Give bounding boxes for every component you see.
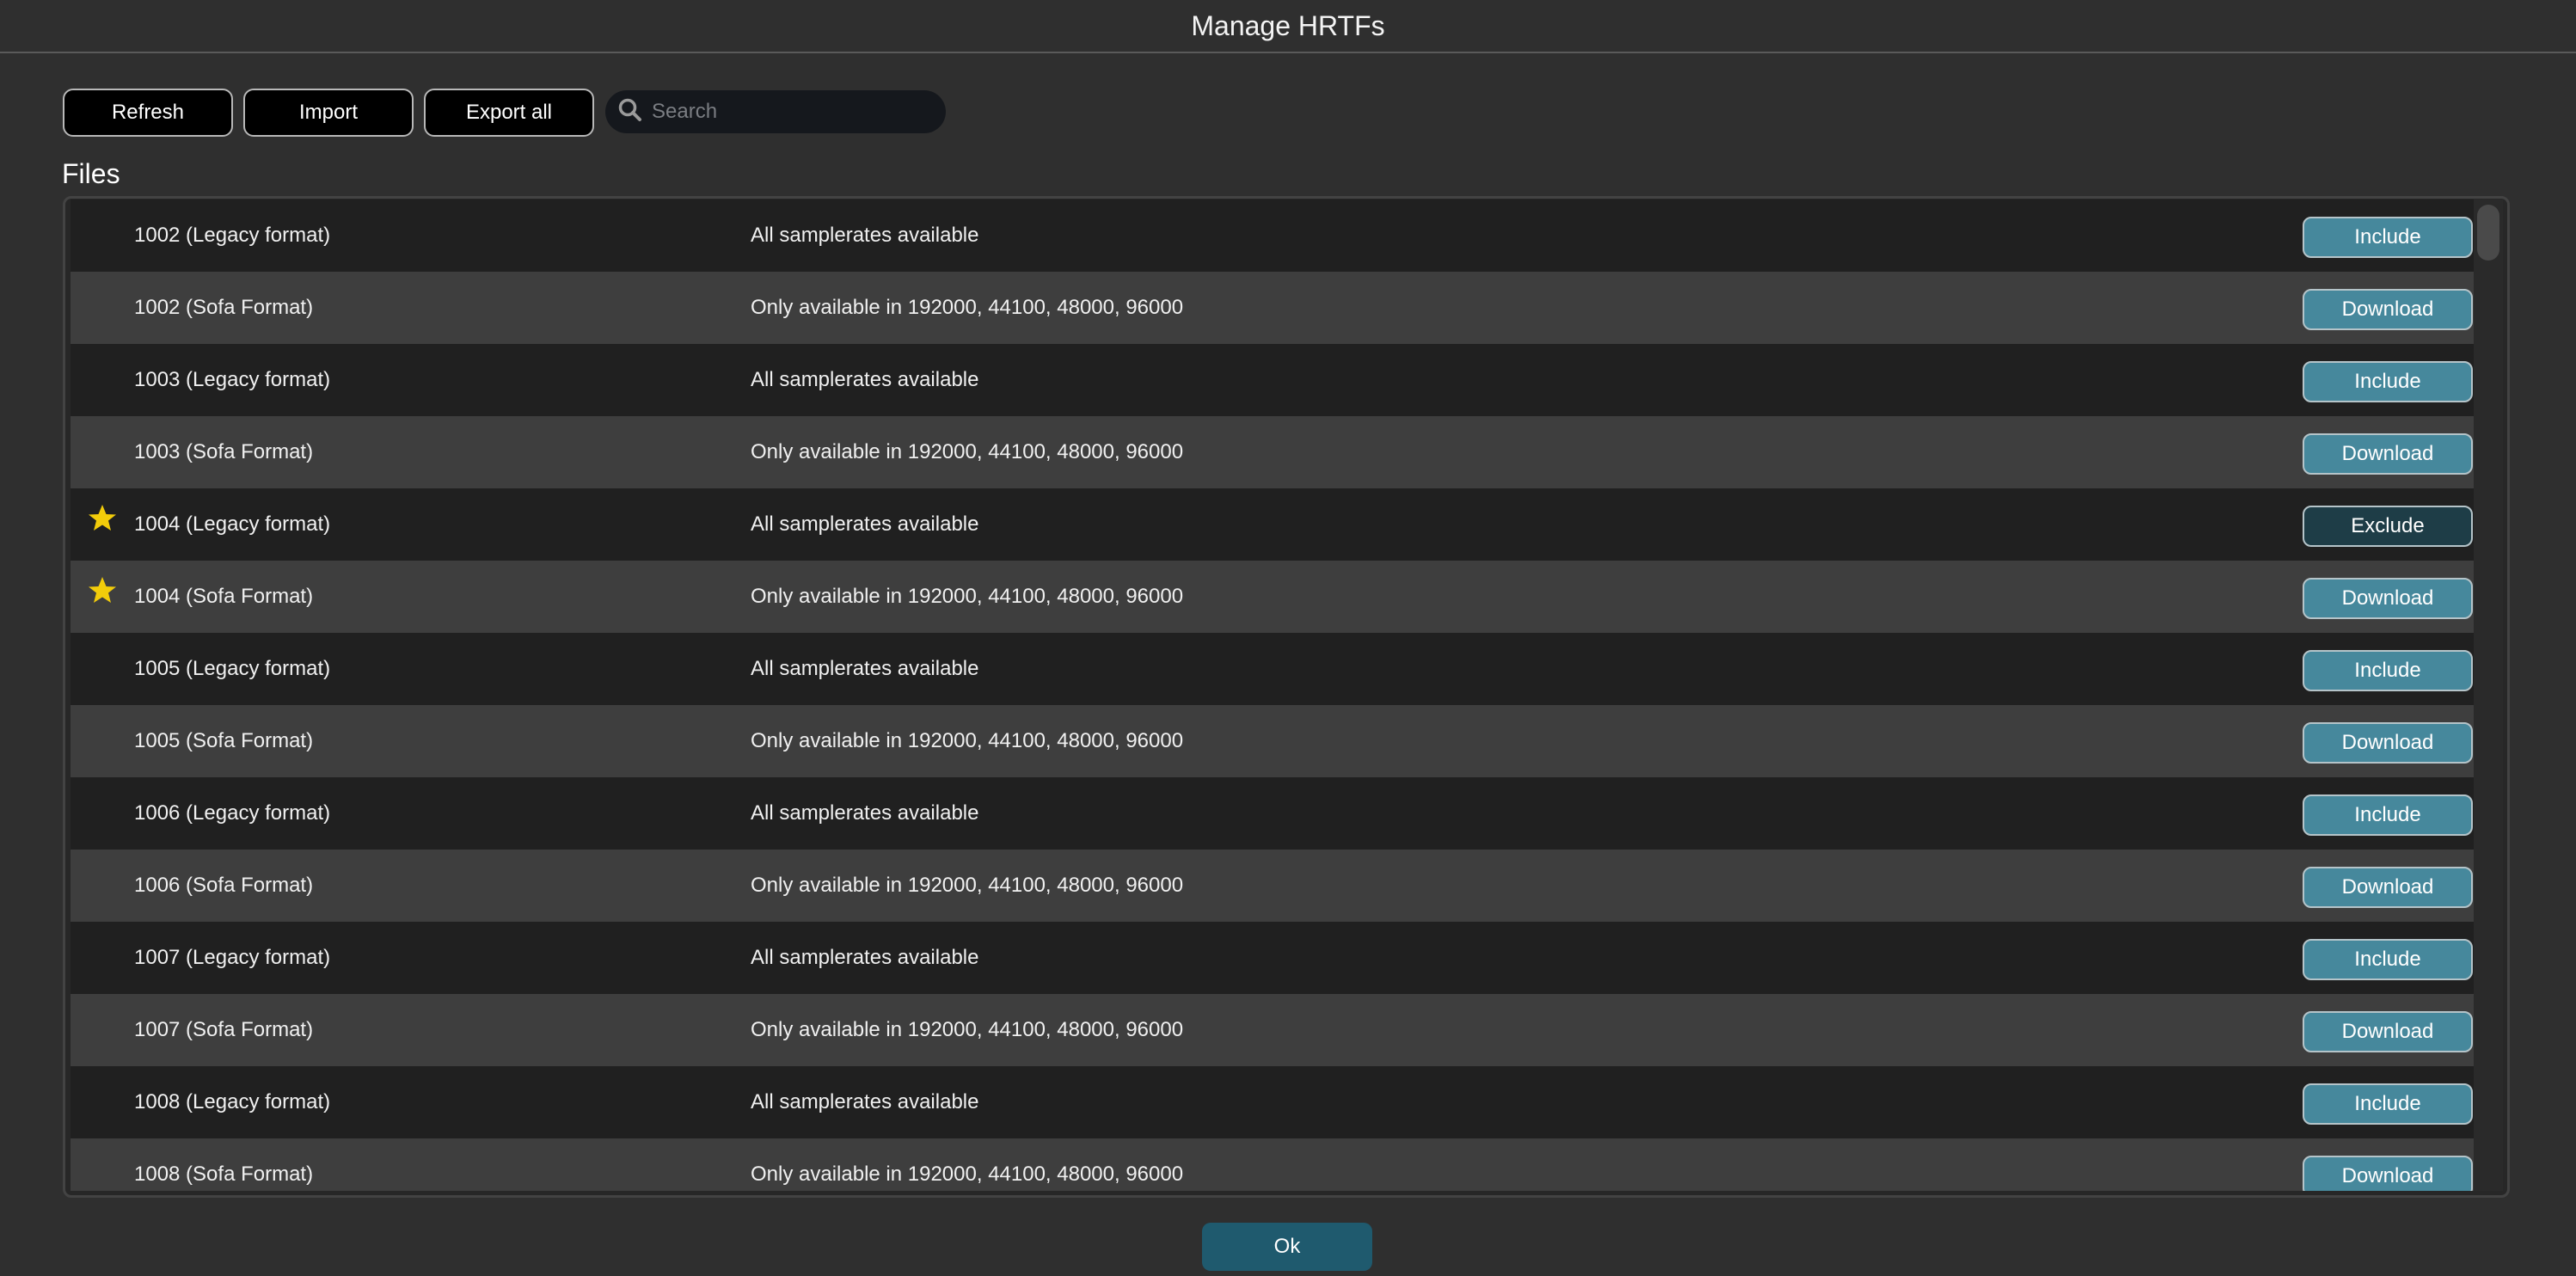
file-name: 1005 (Sofa Format): [134, 729, 314, 752]
include-button[interactable]: Include: [2303, 794, 2473, 836]
file-availability: All samplerates available: [751, 1090, 979, 1113]
download-button[interactable]: Download: [2303, 722, 2473, 764]
include-button[interactable]: Include: [2303, 217, 2473, 258]
file-name: 1007 (Legacy format): [134, 946, 331, 969]
title-separator: [0, 52, 2576, 53]
file-row: 1006 (Legacy format) All samplerates ava…: [71, 777, 2474, 850]
include-button[interactable]: Include: [2303, 939, 2473, 980]
file-row: 1008 (Legacy format) All samplerates ava…: [71, 1066, 2474, 1138]
download-button[interactable]: Download: [2303, 1156, 2473, 1191]
exclude-button[interactable]: Exclude: [2303, 506, 2473, 547]
file-row: 1008 (Sofa Format) Only available in 192…: [71, 1138, 2474, 1191]
files-heading: Files: [62, 158, 120, 189]
files-scrollbar[interactable]: [2474, 199, 2503, 1191]
file-row: 1004 (Legacy format) All samplerates ava…: [71, 488, 2474, 561]
dialog-title: Manage HRTFs: [1191, 10, 1385, 41]
file-availability: Only available in 192000, 44100, 48000, …: [751, 440, 1184, 463]
file-availability: Only available in 192000, 44100, 48000, …: [751, 1018, 1184, 1041]
file-row: 1003 (Sofa Format) Only available in 192…: [71, 416, 2474, 488]
star-icon[interactable]: [88, 576, 117, 605]
file-name: 1005 (Legacy format): [134, 657, 331, 680]
file-row: 1006 (Sofa Format) Only available in 192…: [71, 850, 2474, 922]
file-availability: All samplerates available: [751, 801, 979, 825]
ok-button[interactable]: Ok: [1202, 1223, 1372, 1271]
download-button[interactable]: Download: [2303, 1011, 2473, 1052]
file-row: 1007 (Legacy format) All samplerates ava…: [71, 922, 2474, 994]
star-icon[interactable]: [88, 504, 117, 533]
file-name: 1006 (Legacy format): [134, 801, 331, 825]
file-name: 1004 (Sofa Format): [134, 585, 314, 608]
file-name: 1007 (Sofa Format): [134, 1018, 314, 1041]
file-name: 1008 (Sofa Format): [134, 1163, 314, 1186]
scrollbar-thumb[interactable]: [2477, 205, 2499, 261]
refresh-button[interactable]: Refresh: [63, 89, 233, 137]
file-name: 1003 (Legacy format): [134, 368, 331, 391]
file-name: 1002 (Legacy format): [134, 224, 331, 247]
file-name: 1004 (Legacy format): [134, 512, 331, 536]
include-button[interactable]: Include: [2303, 361, 2473, 402]
search-icon: [617, 97, 643, 127]
download-button[interactable]: Download: [2303, 578, 2473, 619]
file-row: 1002 (Sofa Format) Only available in 192…: [71, 272, 2474, 344]
file-name: 1003 (Sofa Format): [134, 440, 314, 463]
include-button[interactable]: Include: [2303, 650, 2473, 691]
file-availability: Only available in 192000, 44100, 48000, …: [751, 729, 1184, 752]
files-list-viewport[interactable]: 1002 (Legacy format) All samplerates ava…: [71, 199, 2474, 1191]
file-row: 1003 (Legacy format) All samplerates ava…: [71, 344, 2474, 416]
file-availability: All samplerates available: [751, 512, 979, 536]
file-name: 1006 (Sofa Format): [134, 874, 314, 897]
file-availability: All samplerates available: [751, 368, 979, 391]
export-all-button[interactable]: Export all: [424, 89, 594, 137]
download-button[interactable]: Download: [2303, 433, 2473, 475]
file-row: 1005 (Sofa Format) Only available in 192…: [71, 705, 2474, 777]
import-button[interactable]: Import: [243, 89, 414, 137]
file-row: 1007 (Sofa Format) Only available in 192…: [71, 994, 2474, 1066]
file-availability: Only available in 192000, 44100, 48000, …: [751, 1163, 1184, 1186]
file-row: 1002 (Legacy format) All samplerates ava…: [71, 199, 2474, 272]
include-button[interactable]: Include: [2303, 1083, 2473, 1125]
file-name: 1002 (Sofa Format): [134, 296, 314, 319]
file-row: 1005 (Legacy format) All samplerates ava…: [71, 633, 2474, 705]
download-button[interactable]: Download: [2303, 289, 2473, 330]
file-availability: All samplerates available: [751, 224, 979, 247]
search-box[interactable]: [605, 90, 946, 133]
download-button[interactable]: Download: [2303, 867, 2473, 908]
file-availability: All samplerates available: [751, 946, 979, 969]
file-availability: Only available in 192000, 44100, 48000, …: [751, 585, 1184, 608]
file-row: 1004 (Sofa Format) Only available in 192…: [71, 561, 2474, 633]
file-availability: Only available in 192000, 44100, 48000, …: [751, 296, 1184, 319]
file-availability: All samplerates available: [751, 657, 979, 680]
file-name: 1008 (Legacy format): [134, 1090, 331, 1113]
file-availability: Only available in 192000, 44100, 48000, …: [751, 874, 1184, 897]
search-input[interactable]: [650, 99, 929, 125]
